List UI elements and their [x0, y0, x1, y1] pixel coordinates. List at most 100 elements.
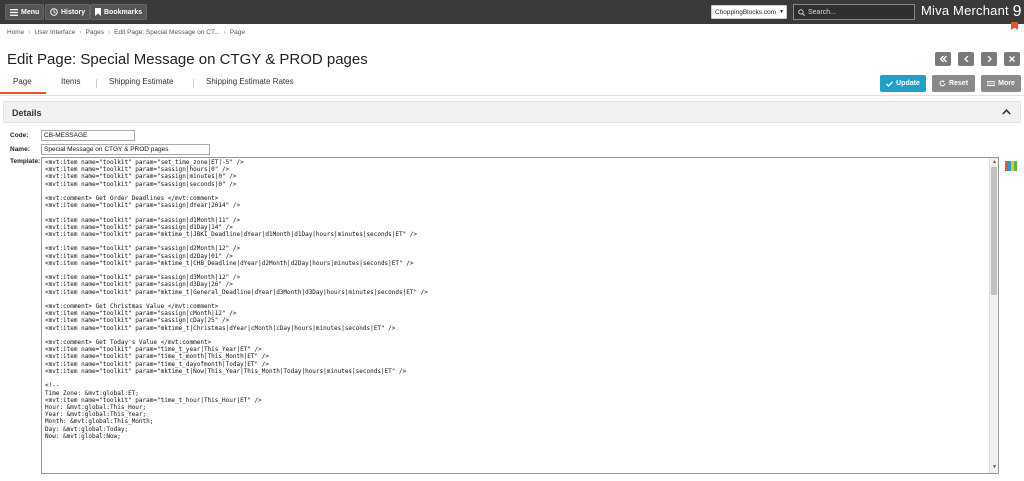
active-tab-indicator: [0, 92, 46, 94]
close-icon: [1009, 56, 1015, 62]
code-line: <mvt:item name="toolkit" param="set_time…: [45, 159, 244, 166]
reset-button[interactable]: Reset: [932, 75, 975, 92]
code-line: <mvt:item name="toolkit" param="sassign|…: [45, 310, 237, 318]
code-line: Month: &mvt:global:This_Month;: [45, 418, 154, 426]
page-title: Edit Page: Special Message on CTGY & PRO…: [7, 51, 368, 68]
reset-label: Reset: [948, 80, 969, 87]
breadcrumb-pages[interactable]: Pages: [86, 29, 104, 36]
code-line: <mvt:item name="toolkit" param="sassign|…: [45, 216, 241, 224]
code-line: <mvt:item name="toolkit" param="sassign|…: [45, 281, 233, 289]
tab-bar: Page Items Shipping Estimate Shipping Es…: [0, 77, 1024, 96]
update-label: Update: [896, 80, 920, 87]
name-label: Name:: [10, 146, 30, 153]
code-line: <mvt:item name="toolkit" param="mktime_t…: [45, 288, 428, 296]
scroll-up-icon[interactable]: ▲: [991, 159, 998, 166]
code-line: <mvt:item name="toolkit" param="sassign|…: [45, 202, 241, 210]
code-line: Time Zone: &mvt:global:ET;: [45, 389, 139, 397]
color-palette-icon[interactable]: [1005, 158, 1017, 176]
code-line: <mvt:item name="toolkit" param="sassign|…: [45, 245, 241, 253]
chevron-down-icon: ▼: [779, 9, 785, 15]
code-line: Day: &mvt:global:Today;: [45, 425, 129, 433]
chevron-right-icon: ›: [223, 29, 226, 36]
scroll-thumb[interactable]: [991, 167, 997, 295]
breadcrumb-home[interactable]: Home: [7, 29, 24, 36]
code-line: <mvt:item name="toolkit" param="mktime_t…: [45, 367, 407, 375]
code-line: <mvt:item name="toolkit" param="mktime_t…: [45, 231, 418, 239]
code-line: <mvt:item name="toolkit" param="time_t_m…: [45, 353, 269, 361]
code-field[interactable]: CB-MESSAGE: [41, 130, 135, 141]
search-icon: [798, 8, 805, 16]
code-line: Hour: &mvt:global:This_Hour;: [45, 403, 147, 411]
code-line: <mvt:comment> Get Order Deadlines </mvt:…: [45, 195, 219, 203]
previous-icon: [963, 56, 968, 62]
update-button[interactable]: Update: [880, 75, 926, 92]
code-line: <mvt:comment> Get Christmas Value </mvt:…: [45, 303, 219, 311]
code-line: <mvt:item name="toolkit" param="sassign|…: [45, 252, 233, 260]
template-code: <mvt:item name="toolkit" param="set_time…: [45, 159, 428, 440]
tab-shipping-estimate-rates[interactable]: Shipping Estimate Rates: [206, 77, 294, 86]
search-placeholder: Search...: [808, 8, 837, 16]
top-bar: Menu History Bookmarks ChoppingBlocks.co…: [0, 0, 1024, 24]
next-record-button[interactable]: [981, 52, 997, 66]
code-line: <mvt:item name="toolkit" param="time_t_d…: [45, 360, 269, 368]
tab-divider: [96, 79, 97, 88]
menu-button[interactable]: Menu: [5, 4, 45, 20]
check-icon: [886, 80, 894, 87]
code-line: <mvt:item name="toolkit" param="mktime_t…: [45, 259, 414, 267]
breadcrumb: Home › User Interface › Pages › Edit Pag…: [7, 29, 245, 36]
chevron-right-icon: ›: [28, 29, 31, 36]
code-line: <mvt:item name="toolkit" param="sassign|…: [45, 317, 230, 325]
template-scrollbar[interactable]: ▲ ▼: [989, 158, 998, 473]
code-line: <mvt:item name="toolkit" param="sassign|…: [45, 173, 237, 181]
reset-icon: [939, 80, 946, 87]
clock-icon: [50, 8, 58, 16]
more-button[interactable]: More: [981, 75, 1021, 92]
breadcrumb-user-interface[interactable]: User Interface: [35, 29, 76, 36]
code-line: <mvt:comment> Get Today's Value </mvt:co…: [45, 339, 212, 347]
code-line: Now: &mvt:global:Now;: [45, 432, 121, 440]
code-line: <mvt:item name="toolkit" param="time_t_y…: [45, 346, 262, 354]
breadcrumb-edit-page[interactable]: Edit Page: Special Message on CT...: [114, 29, 220, 36]
first-record-button[interactable]: [935, 52, 951, 66]
tab-divider: [193, 79, 194, 88]
more-icon: [987, 81, 996, 86]
breadcrumb-page: Page: [229, 29, 245, 36]
chevron-right-icon: ›: [107, 29, 111, 36]
first-page-icon: [939, 56, 947, 62]
next-icon: [987, 56, 992, 62]
bookmarks-label: Bookmarks: [104, 8, 143, 16]
chevron-right-icon: ›: [79, 29, 82, 36]
brand-ribbon: [1011, 22, 1018, 30]
code-line: <mvt:item name="toolkit" param="sassign|…: [45, 223, 233, 231]
hamburger-icon: [10, 8, 18, 16]
scroll-down-icon[interactable]: ▼: [991, 464, 998, 471]
code-line: <mvt:item name="toolkit" param="sassign|…: [45, 274, 241, 282]
history-button[interactable]: History: [45, 4, 91, 20]
brand-logo: Miva Merchant 9: [921, 3, 1022, 20]
search-input[interactable]: Search...: [793, 4, 915, 20]
store-select[interactable]: ChoppingBlocks.com ▼: [711, 5, 787, 19]
name-field[interactable]: Special Message on CTGY & PROD pages: [41, 144, 210, 155]
code-label: Code:: [10, 132, 29, 139]
close-record-button[interactable]: [1004, 52, 1020, 66]
code-line: Year: &mvt:global:This_Year;: [45, 411, 147, 419]
store-name: ChoppingBlocks.com: [715, 8, 777, 16]
details-panel-header[interactable]: Details: [3, 101, 1021, 123]
previous-record-button[interactable]: [958, 52, 974, 66]
template-editor[interactable]: <mvt:item name="toolkit" param="set_time…: [41, 157, 999, 474]
tab-items[interactable]: Items: [61, 77, 81, 86]
more-label: More: [998, 80, 1015, 87]
tab-divider-line: [0, 95, 1024, 96]
details-title: Details: [12, 108, 42, 118]
bookmarks-button[interactable]: Bookmarks: [90, 4, 148, 20]
tab-page[interactable]: Page: [13, 77, 32, 86]
code-line: <!--: [45, 382, 60, 390]
chevron-up-icon[interactable]: [1002, 107, 1011, 117]
tab-shipping-estimate[interactable]: Shipping Estimate: [109, 77, 173, 86]
code-line: <mvt:item name="toolkit" param="mktime_t…: [45, 324, 396, 332]
